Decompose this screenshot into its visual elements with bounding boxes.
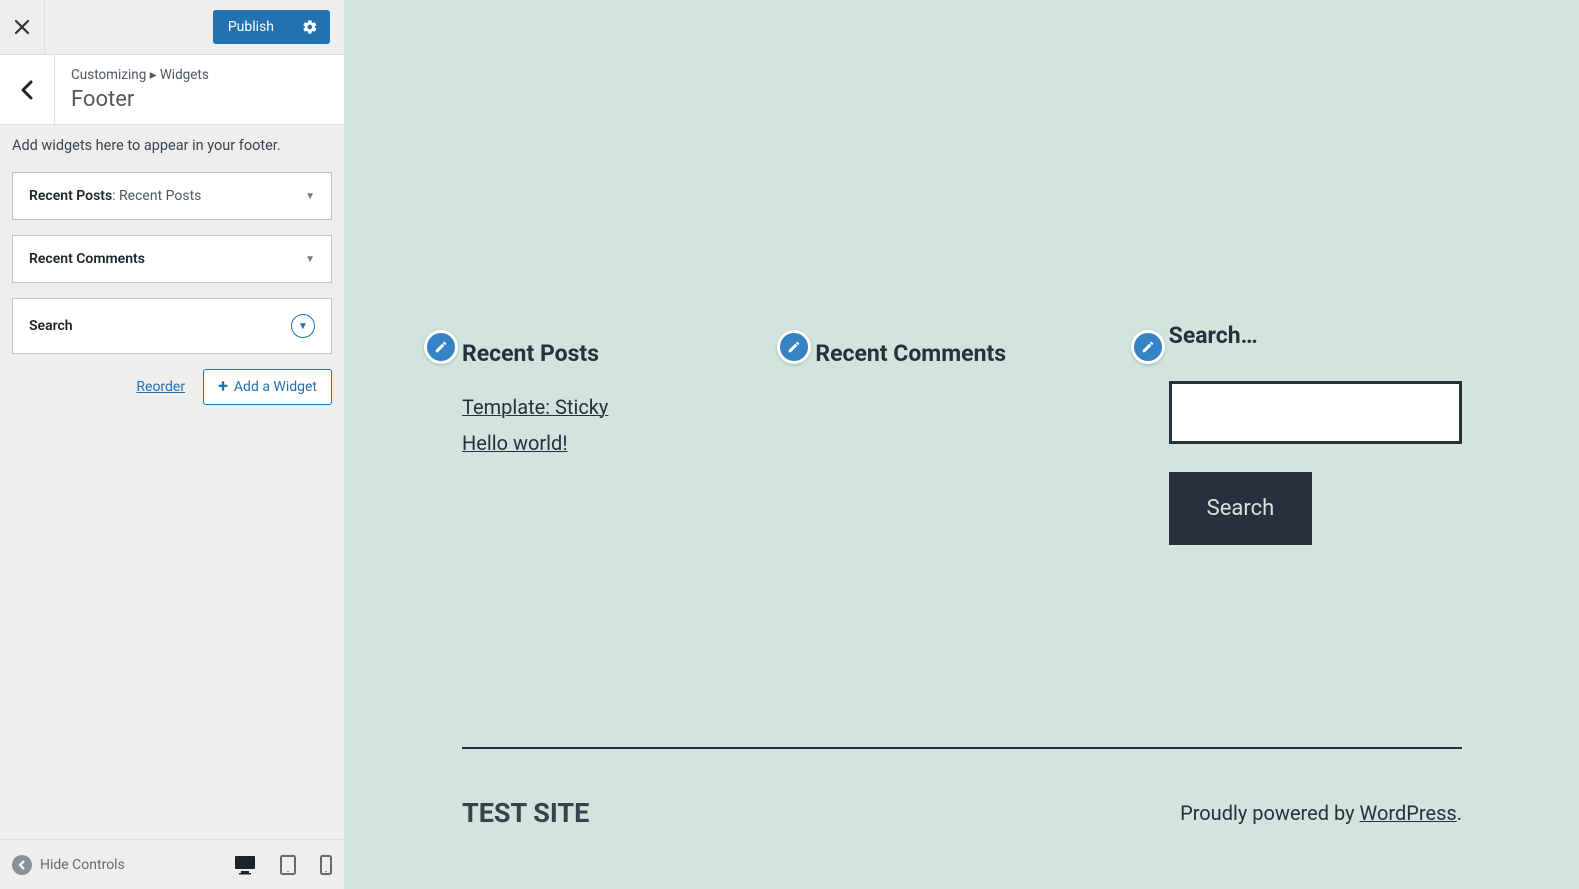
desktop-icon (234, 855, 256, 875)
pencil-icon (787, 340, 801, 354)
device-preview-icons (234, 855, 332, 875)
breadcrumb-panel: Customizing ▸ Widgets Footer (0, 55, 344, 125)
widget-item-recent-comments[interactable]: Recent Comments ▼ (12, 235, 332, 283)
site-preview: Recent Posts Template: Sticky Hello worl… (345, 0, 1579, 889)
widget-title: Recent Comments (815, 340, 1108, 367)
footer-widget-recent-posts: Recent Posts Template: Sticky Hello worl… (462, 340, 755, 657)
breadcrumb: Customizing ▸ Widgets Footer (55, 55, 225, 124)
post-link[interactable]: Template: Sticky (462, 395, 755, 419)
save-options-button[interactable] (289, 19, 330, 35)
sidebar-footer: Hide Controls (0, 839, 344, 889)
widget-label: Recent Posts: Recent Posts (29, 188, 201, 204)
powered-by: Proudly powered by WordPress. (1180, 801, 1462, 825)
gear-icon (302, 19, 318, 35)
widget-subtitle: : Recent Posts (112, 188, 201, 204)
collapse-icon (12, 855, 32, 875)
mobile-icon (320, 855, 332, 875)
site-title[interactable]: TEST SITE (462, 797, 589, 829)
close-customizer-button[interactable] (0, 1, 45, 54)
publish-button-group: Publish (213, 10, 330, 44)
customizer-sidebar: Publish Customizing ▸ Widgets Footer Add… (0, 0, 345, 889)
add-widget-label: Add a Widget (234, 379, 317, 395)
chevron-left-icon (21, 80, 33, 100)
mobile-preview-button[interactable] (320, 855, 332, 875)
powered-suffix: . (1457, 801, 1462, 825)
footer-widget-search: Search… Search (1169, 340, 1462, 657)
hide-controls-label: Hide Controls (40, 857, 125, 873)
edit-shortcut-recent-posts[interactable] (424, 330, 458, 364)
search-input[interactable] (1169, 381, 1462, 444)
post-link[interactable]: Hello world! (462, 431, 755, 455)
breadcrumb-parent: Widgets (160, 67, 209, 83)
panel-description: Add widgets here to appear in your foote… (12, 137, 332, 154)
pencil-icon (434, 340, 448, 354)
wordpress-link[interactable]: WordPress (1360, 801, 1457, 825)
site-footer: TEST SITE Proudly powered by WordPress. (462, 747, 1462, 829)
edit-shortcut-search[interactable] (1131, 330, 1165, 364)
close-icon (15, 20, 29, 34)
footer-widgets: Recent Posts Template: Sticky Hello worl… (462, 340, 1462, 657)
search-button[interactable]: Search (1169, 472, 1313, 545)
widget-item-recent-posts[interactable]: Recent Posts: Recent Posts ▼ (12, 172, 332, 220)
widget-name: Recent Comments (29, 251, 145, 267)
breadcrumb-root: Customizing (71, 67, 146, 83)
reorder-link[interactable]: Reorder (136, 379, 185, 395)
widget-name: Search (29, 318, 73, 334)
tablet-preview-button[interactable] (280, 855, 296, 875)
widget-item-search[interactable]: Search ▼ (12, 298, 332, 354)
widget-title: Search… (1169, 322, 1462, 349)
breadcrumb-sep: ▸ (150, 67, 160, 83)
footer-widget-recent-comments: Recent Comments (815, 340, 1108, 657)
chevron-down-icon: ▼ (305, 191, 315, 202)
hide-controls-button[interactable]: Hide Controls (12, 855, 125, 875)
publish-button[interactable]: Publish (213, 10, 289, 44)
tablet-icon (280, 855, 296, 875)
widget-name: Recent Posts (29, 188, 112, 204)
powered-prefix: Proudly powered by (1180, 801, 1359, 825)
chevron-down-icon: ▼ (305, 254, 315, 265)
sidebar-header: Publish (0, 0, 344, 55)
widget-actions: Reorder + Add a Widget (12, 369, 332, 405)
widget-title: Recent Posts (462, 340, 755, 367)
breadcrumb-path: Customizing ▸ Widgets (71, 67, 209, 83)
add-widget-button[interactable]: + Add a Widget (203, 369, 332, 405)
plus-icon: + (218, 378, 228, 396)
pencil-icon (1141, 340, 1155, 354)
panel-body: Add widgets here to appear in your foote… (0, 125, 344, 839)
edit-shortcut-recent-comments[interactable] (777, 330, 811, 364)
page-title: Footer (71, 87, 209, 112)
chevron-down-icon: ▼ (291, 314, 315, 338)
back-button[interactable] (0, 55, 55, 124)
desktop-preview-button[interactable] (234, 855, 256, 875)
